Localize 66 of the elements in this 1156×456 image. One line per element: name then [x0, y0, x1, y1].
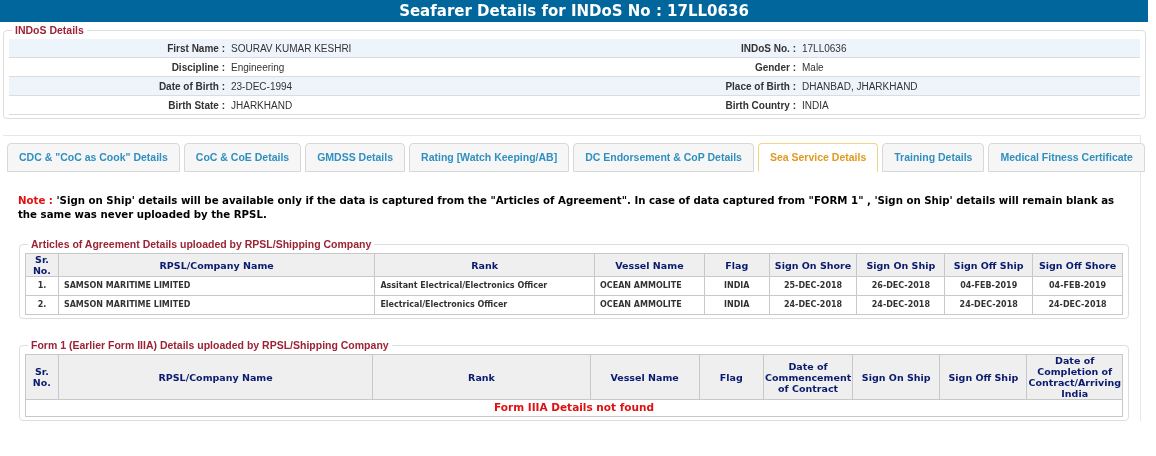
- field-label: Place of Birth :: [724, 79, 796, 94]
- field-value: 23-DEC-1994: [230, 79, 294, 94]
- page-title: Seafarer Details for INDoS No : 17LL0636: [399, 0, 749, 22]
- column-header: Sign On Ship: [856, 253, 945, 277]
- column-header: Vessel Name: [594, 253, 705, 277]
- table-cell: OCEAN AMMOLITE: [594, 295, 705, 315]
- table-cell: Electrical/Electronics Officer: [374, 295, 595, 315]
- table-cell: 2.: [25, 295, 59, 315]
- table-cell: OCEAN AMMOLITE: [594, 276, 705, 296]
- column-header: Date of Commencement of Contract: [763, 354, 853, 400]
- field-value: Male: [801, 60, 824, 75]
- table-cell: SAMSON MARITIME LIMITED: [58, 295, 375, 315]
- table-cell: 25-DEC-2018: [769, 276, 857, 296]
- tab[interactable]: Training Details: [882, 143, 985, 172]
- column-header: RPSL/Company Name: [58, 354, 373, 400]
- column-header: Flag: [704, 253, 770, 277]
- field-label: Birth Country :: [724, 98, 796, 113]
- field-value: Engineering: [230, 60, 286, 75]
- column-header: Sign Off Shore: [1032, 253, 1123, 277]
- tab[interactable]: Sea Service Details: [757, 143, 879, 172]
- column-header: Date of Completion of Contract/Arriving India: [1026, 354, 1123, 400]
- column-header: Vessel Name: [590, 354, 700, 400]
- field-label: Date of Birth :: [157, 79, 225, 94]
- tab[interactable]: Rating [Watch Keeping/AB]: [409, 143, 570, 172]
- fieldset-legend: Form 1 (Earlier Form IIIA) Details uploaded by RPSL/Shipping Company: [28, 338, 392, 352]
- field-label: Birth State :: [167, 98, 225, 113]
- column-header: Sign Off Ship: [944, 253, 1033, 277]
- field-label: INDoS No. :: [740, 41, 796, 56]
- tab[interactable]: Medical Fitness Certificate: [988, 143, 1145, 172]
- table-cell: 26-DEC-2018: [856, 276, 945, 296]
- column-header: Rank: [374, 253, 595, 277]
- field-value: INDIA: [801, 98, 829, 113]
- field-label: Gender :: [753, 60, 796, 75]
- table-cell: 24-DEC-2018: [1032, 295, 1123, 315]
- field-value: SOURAV KUMAR KESHRI: [230, 41, 353, 56]
- tab[interactable]: CoC & CoE Details: [183, 143, 302, 172]
- table-cell: 24-DEC-2018: [769, 295, 857, 315]
- tab[interactable]: DC Endorsement & CoP Details: [573, 143, 754, 172]
- table-cell: 04-FEB-2019: [944, 276, 1033, 296]
- column-header: Rank: [372, 354, 591, 400]
- table-cell: INDIA: [704, 276, 770, 296]
- column-header: Sign Off Ship: [939, 354, 1027, 400]
- column-header: Sign On Ship: [852, 354, 940, 400]
- tab[interactable]: GMDSS Details: [305, 143, 406, 172]
- field-value: JHARKHAND: [230, 98, 294, 113]
- column-header: Sign On Shore: [769, 253, 857, 277]
- fieldset-legend: INDoS Details: [12, 23, 87, 37]
- table-cell: 1.: [25, 276, 59, 296]
- column-header: Flag: [699, 354, 764, 400]
- table-cell: 24-DEC-2018: [944, 295, 1033, 315]
- table-cell: Assitant Electrical/Electronics Officer: [374, 276, 595, 296]
- column-header: RPSL/Company Name: [58, 253, 375, 277]
- tab[interactable]: CDC & "CoC as Cook" Details: [7, 143, 180, 172]
- table-cell: 04-FEB-2019: [1032, 276, 1123, 296]
- column-header: Sr. No.: [25, 253, 59, 277]
- fieldset-legend: Articles of Agreement Details uploaded by RPSL/Shipping Company: [28, 237, 375, 251]
- table-cell: 24-DEC-2018: [856, 295, 945, 315]
- field-value: DHANBAD, JHARKHAND: [801, 79, 918, 94]
- empty-message: Form IIIA Details not found: [25, 399, 1123, 417]
- column-header: Sr. No.: [25, 354, 59, 400]
- table-cell: SAMSON MARITIME LIMITED: [58, 276, 375, 296]
- table-cell: INDIA: [704, 295, 770, 315]
- field-value: 17LL0636: [801, 41, 847, 56]
- note-text: Note : 'Sign on Ship' details will be available only if the data is captured from the "Articles of Agreement". In case of data captured from "FORM 1" , 'Sign on Ship' details will remain blank as the same was never uploaded by the RPSL.: [18, 194, 1116, 222]
- field-label: Discipline :: [170, 60, 225, 75]
- field-label: First Name :: [166, 41, 225, 56]
